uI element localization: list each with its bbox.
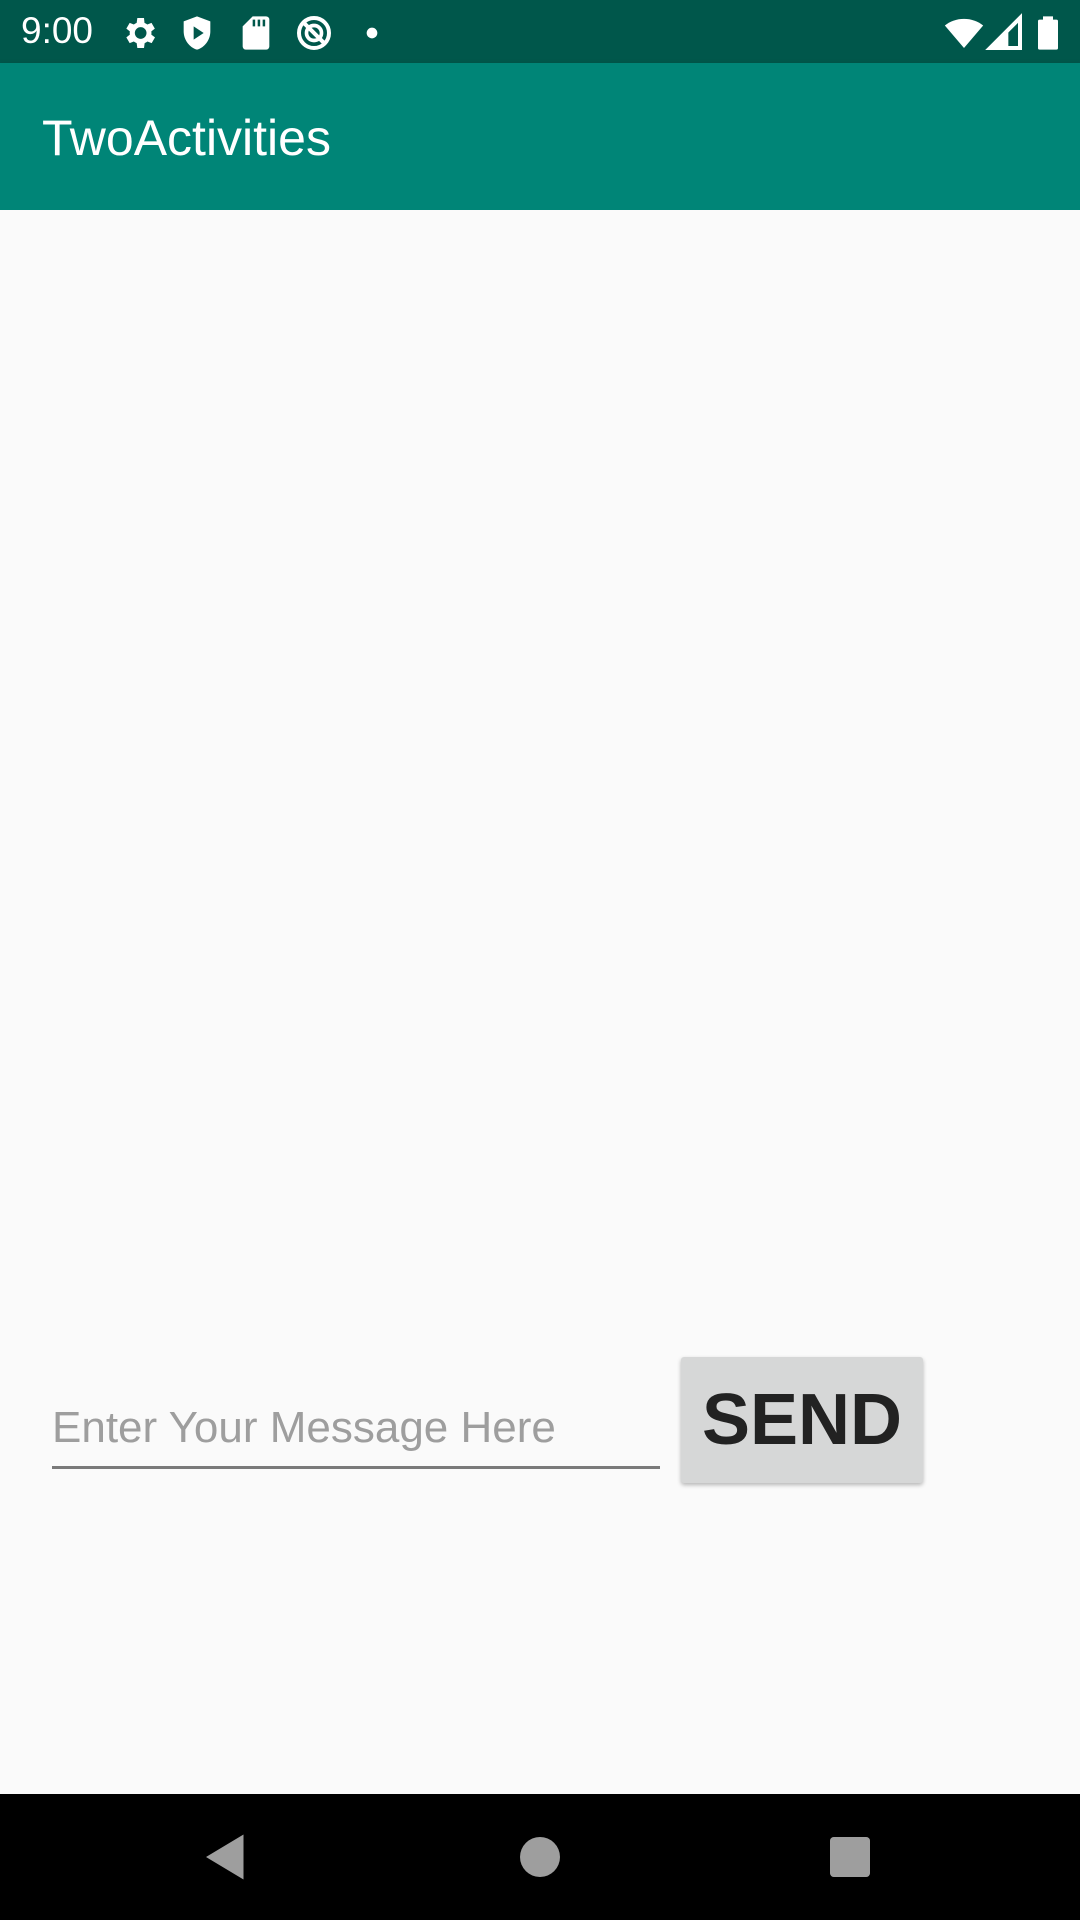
- shield-play-icon: [183, 16, 211, 50]
- screen: 9:00 TwoActivities Enter Your Message He…: [0, 0, 1080, 1920]
- back-icon[interactable]: [196, 1827, 256, 1887]
- message-input[interactable]: [52, 1390, 660, 1466]
- send-button[interactable]: SEND: [681, 1357, 923, 1483]
- main-content: [0, 210, 1080, 1794]
- dot-icon: [366, 27, 378, 39]
- message-field: [52, 1390, 660, 1470]
- recents-icon[interactable]: [820, 1827, 880, 1887]
- status-bar: 9:00: [0, 0, 1080, 63]
- signal-icon: [985, 13, 1022, 50]
- home-icon[interactable]: [510, 1827, 570, 1887]
- sd-card-icon: [242, 16, 270, 50]
- status-time: 9:00: [21, 10, 94, 51]
- no-disturb-icon: [297, 16, 331, 50]
- app-bar: TwoActivities: [0, 63, 1080, 210]
- app-title: TwoActivities: [42, 110, 331, 166]
- settings-icon: [126, 18, 155, 48]
- navigation-bar: [0, 1794, 1080, 1920]
- wifi-icon: [944, 18, 984, 48]
- message-underline: [52, 1466, 660, 1469]
- battery-icon: [1038, 16, 1058, 50]
